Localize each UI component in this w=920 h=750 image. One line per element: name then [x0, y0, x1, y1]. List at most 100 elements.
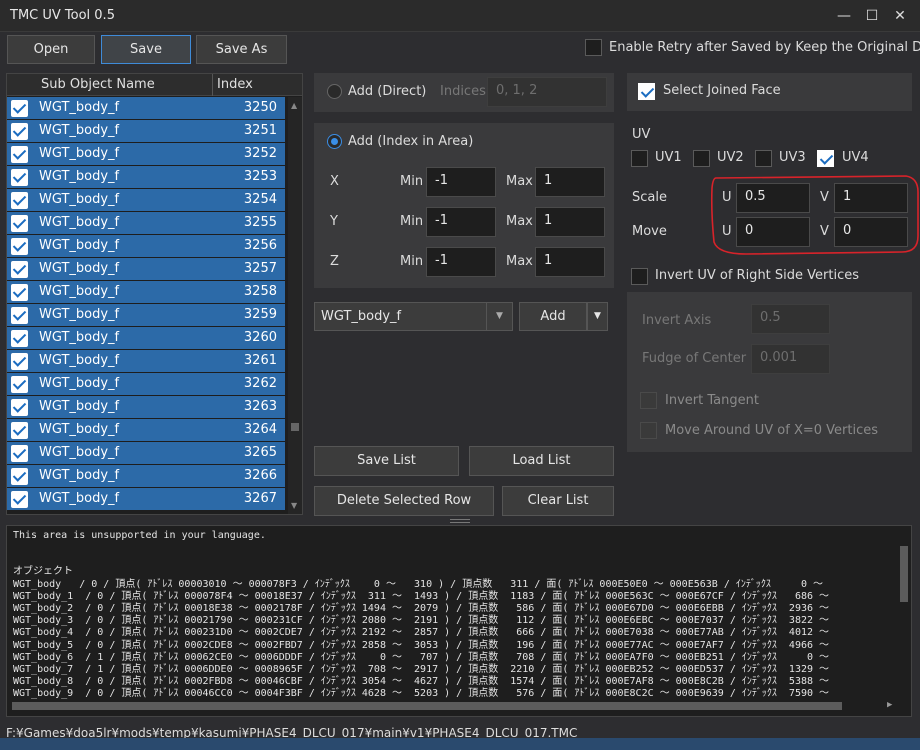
chevron-down-icon[interactable]: ▼ [486, 303, 512, 330]
select-joined-checkbox[interactable] [638, 83, 655, 100]
log-hscroll-thumb[interactable] [12, 702, 842, 710]
table-scrollbar[interactable]: ▲ ▼ [288, 97, 302, 514]
scroll-right-icon[interactable]: ▶ [887, 700, 892, 710]
row-name: WGT_body_f [39, 215, 120, 230]
save-as-button[interactable]: Save As [196, 35, 287, 64]
fudge-input[interactable]: 0.001 [751, 344, 830, 374]
row-checkbox[interactable] [11, 468, 28, 485]
close-icon[interactable]: ✕ [890, 6, 910, 26]
invert-right-checkbox[interactable] [631, 268, 648, 285]
col-index[interactable]: Index [217, 77, 253, 92]
indices-label: Indices [440, 84, 486, 99]
table-row[interactable]: WGT_body_f 3255 [7, 212, 285, 235]
row-checkbox[interactable] [11, 445, 28, 462]
retry-label: Enable Retry after Saved by Keep the Ori… [609, 40, 920, 55]
add-area-radio[interactable] [327, 134, 342, 149]
row-checkbox[interactable] [11, 100, 28, 117]
y-label: Y [330, 214, 338, 229]
add-direct-radio[interactable] [327, 84, 342, 99]
minimize-icon[interactable]: — [834, 6, 854, 26]
scale-label: Scale [632, 190, 667, 205]
row-checkbox[interactable] [11, 399, 28, 416]
uv1-checkbox[interactable] [631, 150, 648, 167]
row-name: WGT_body_f [39, 123, 120, 138]
row-checkbox[interactable] [11, 376, 28, 393]
row-name: WGT_body_f [39, 238, 120, 253]
table-row[interactable]: WGT_body_f 3260 [7, 327, 285, 350]
table-row[interactable]: WGT_body_f 3262 [7, 373, 285, 396]
row-checkbox[interactable] [11, 146, 28, 163]
table-row[interactable]: WGT_body_f 3263 [7, 396, 285, 419]
retry-checkbox[interactable] [585, 39, 602, 56]
row-checkbox[interactable] [11, 353, 28, 370]
indices-input[interactable]: 0, 1, 2 [487, 77, 607, 107]
z-min-input[interactable]: -1 [426, 247, 496, 277]
add-dropdown-icon[interactable]: ▼ [587, 302, 608, 331]
table-row[interactable]: WGT_body_f 3265 [7, 442, 285, 465]
row-index: 3263 [243, 399, 277, 414]
row-checkbox[interactable] [11, 215, 28, 232]
table-row[interactable]: WGT_body_f 3254 [7, 189, 285, 212]
x-max-input[interactable]: 1 [535, 167, 605, 197]
clear-list-button[interactable]: Clear List [502, 486, 614, 516]
row-name: WGT_body_f [39, 284, 120, 299]
log-vscroll-thumb[interactable] [900, 546, 908, 602]
row-checkbox[interactable] [11, 307, 28, 324]
y-max-input[interactable]: 1 [535, 207, 605, 237]
uv3-label: UV3 [779, 150, 806, 165]
table-row[interactable]: WGT_body_f 3257 [7, 258, 285, 281]
table-row[interactable]: WGT_body_f 3250 [7, 97, 285, 120]
table-row[interactable]: WGT_body_f 3251 [7, 120, 285, 143]
row-checkbox[interactable] [11, 422, 28, 439]
load-list-button[interactable]: Load List [469, 446, 614, 476]
row-name: WGT_body_f [39, 399, 120, 414]
table-row[interactable]: WGT_body_f 3266 [7, 465, 285, 488]
invert-axis-input[interactable]: 0.5 [751, 304, 830, 334]
table-row[interactable]: WGT_body_f 3267 [7, 488, 285, 511]
table-row[interactable]: WGT_body_f 3258 [7, 281, 285, 304]
uv3-checkbox[interactable] [755, 150, 772, 167]
delete-row-button[interactable]: Delete Selected Row [314, 486, 494, 516]
row-index: 3250 [243, 100, 277, 115]
row-checkbox[interactable] [11, 491, 28, 508]
uv2-checkbox[interactable] [693, 150, 710, 167]
table-row[interactable]: WGT_body_f 3261 [7, 350, 285, 373]
uv2-label: UV2 [717, 150, 744, 165]
scroll-down-icon[interactable]: ▼ [291, 501, 297, 510]
save-button[interactable]: Save [101, 35, 191, 64]
row-index: 3267 [243, 491, 277, 506]
open-button[interactable]: Open [7, 35, 95, 64]
row-checkbox[interactable] [11, 192, 28, 209]
x-min-input[interactable]: -1 [426, 167, 496, 197]
table-row[interactable]: WGT_body_f 3253 [7, 166, 285, 189]
scroll-thumb[interactable] [291, 423, 299, 431]
table-row[interactable]: WGT_body_f 3252 [7, 143, 285, 166]
row-checkbox[interactable] [11, 238, 28, 255]
uv4-checkbox[interactable] [817, 150, 834, 167]
save-list-button[interactable]: Save List [314, 446, 459, 476]
row-index: 3265 [243, 445, 277, 460]
log-output[interactable]: This area is unsupported in your languag… [6, 525, 912, 717]
scroll-up-icon[interactable]: ▲ [291, 101, 297, 110]
col-sub-object-name[interactable]: Sub Object Name [41, 77, 155, 92]
invert-tangent-checkbox[interactable] [640, 392, 657, 409]
row-checkbox[interactable] [11, 330, 28, 347]
maximize-icon[interactable]: ☐ [862, 6, 882, 26]
z-label: Z [330, 254, 339, 269]
row-checkbox[interactable] [11, 169, 28, 186]
row-name: WGT_body_f [39, 169, 120, 184]
row-checkbox[interactable] [11, 284, 28, 301]
splitter-handle[interactable] [450, 519, 470, 523]
invert-options-panel: Invert Axis 0.5 Fudge of Center 0.001 In… [627, 292, 912, 452]
table-row[interactable]: WGT_body_f 3264 [7, 419, 285, 442]
row-checkbox[interactable] [11, 261, 28, 278]
z-max-input[interactable]: 1 [535, 247, 605, 277]
row-name: WGT_body_f [39, 192, 120, 207]
y-min-input[interactable]: -1 [426, 207, 496, 237]
row-checkbox[interactable] [11, 123, 28, 140]
object-select[interactable]: WGT_body_f ▼ [314, 302, 513, 331]
add-button[interactable]: Add [519, 302, 587, 331]
table-row[interactable]: WGT_body_f 3256 [7, 235, 285, 258]
table-row[interactable]: WGT_body_f 3259 [7, 304, 285, 327]
move-around-checkbox[interactable] [640, 422, 657, 439]
